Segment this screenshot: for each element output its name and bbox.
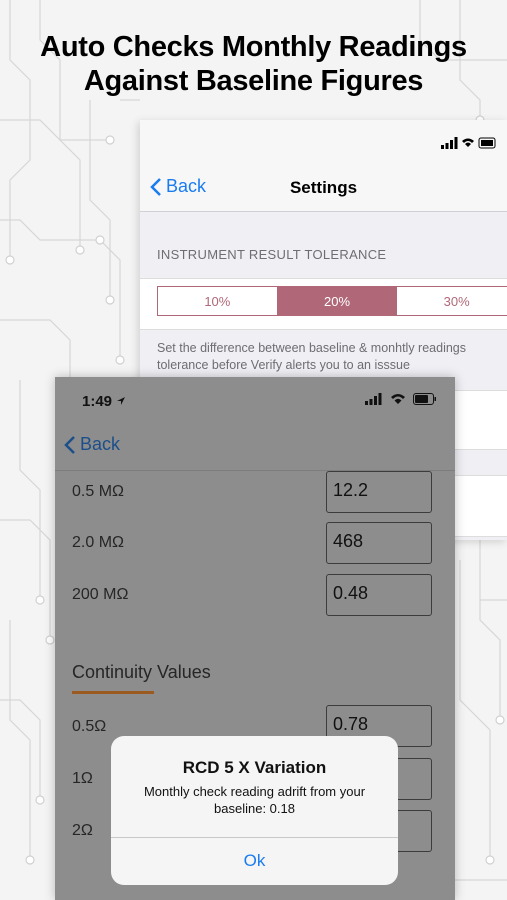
wifi-icon — [391, 394, 405, 404]
signal-wifi-battery-icon — [441, 137, 496, 149]
headline-line-1: Auto Checks Monthly Readings — [40, 31, 467, 63]
alert-message-line-2: baseline: 0.18 — [214, 801, 295, 816]
headline-line-2: Against Baseline Figures — [83, 65, 424, 97]
reading-label: 0.5 MΩ — [72, 483, 124, 500]
navigation-bar: Back Settings — [140, 164, 507, 212]
reading-label: 200 MΩ — [72, 586, 129, 603]
status-time: 1:49 — [82, 393, 126, 410]
headline: Auto Checks Monthly Readings Against Bas… — [0, 30, 507, 98]
reading-label: 2.0 MΩ — [72, 534, 124, 551]
tolerance-option-20[interactable]: 20% — [277, 287, 398, 315]
status-bar: 1:49 — [55, 377, 455, 423]
tolerance-option-30[interactable]: 30% — [397, 287, 507, 315]
alert-message: Monthly check reading adrift from your b… — [121, 783, 388, 817]
navigation-bar: Back — [55, 423, 455, 471]
back-label: Back — [80, 434, 121, 454]
note-line-2: tolerance before Verify alerts you to an… — [157, 358, 410, 372]
tolerance-cell: 10% 20% 30% — [140, 278, 507, 330]
status-icons — [365, 393, 437, 405]
status-bar — [140, 120, 507, 164]
note-line-1: Set the difference between baseline & mo… — [157, 341, 466, 355]
status-icons — [441, 137, 497, 152]
reading-input[interactable]: 468 — [326, 522, 432, 564]
back-button[interactable]: Back — [64, 434, 120, 455]
tolerance-option-10[interactable]: 10% — [158, 287, 278, 315]
location-arrow-icon — [117, 397, 126, 405]
time-label: 1:49 — [82, 393, 113, 410]
alert-message-line-1: Monthly check reading adrift from your — [143, 784, 366, 799]
section-underline — [72, 691, 154, 694]
alert-dialog: RCD 5 X Variation Monthly check reading … — [111, 736, 398, 885]
tolerance-note: Set the difference between baseline & mo… — [157, 340, 507, 374]
chevron-left-icon — [64, 435, 75, 454]
signal-icon — [365, 393, 382, 405]
reading-label: 0.5Ω — [72, 718, 107, 735]
reading-label: 2Ω — [72, 822, 93, 839]
battery-icon — [413, 393, 436, 405]
section-header: INSTRUMENT RESULT TOLERANCE — [157, 247, 387, 262]
continuity-section-title: Continuity Values — [72, 662, 211, 682]
reading-label: 1Ω — [72, 770, 93, 787]
tolerance-segmented-control: 10% 20% 30% — [157, 286, 507, 316]
reading-input[interactable]: 12.2 — [326, 471, 432, 513]
alert-title: RCD 5 X Variation — [182, 758, 327, 777]
page-title: Settings — [289, 178, 358, 197]
reading-input[interactable]: 0.48 — [326, 574, 432, 616]
ok-button[interactable]: Ok — [111, 837, 398, 885]
